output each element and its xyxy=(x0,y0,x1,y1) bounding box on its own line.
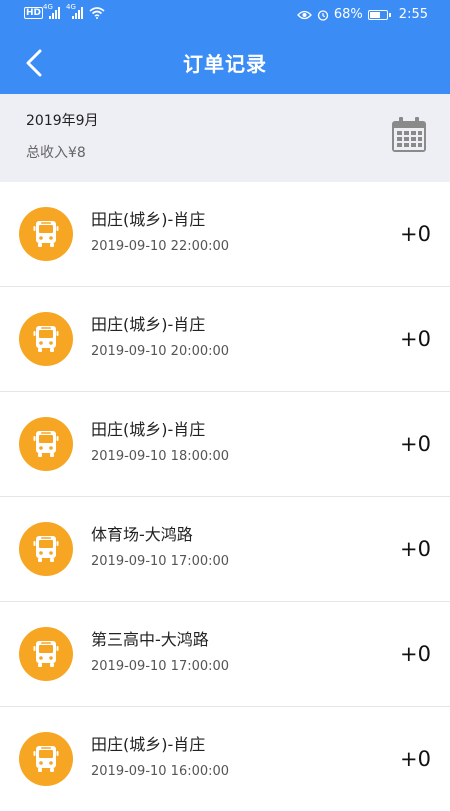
order-amount: +0 xyxy=(400,432,431,456)
route-name: 田庄(城乡)-肖庄 xyxy=(91,210,206,229)
order-amount: +0 xyxy=(400,747,431,771)
order-datetime: 2019-09-10 17:00:00 xyxy=(91,659,230,674)
order-row[interactable]: 田庄(城乡)-肖庄 2019-09-10 22:00:00 +0 xyxy=(0,182,450,287)
order-datetime: 2019-09-10 16:00:00 xyxy=(91,764,230,779)
order-amount: +0 xyxy=(400,327,431,351)
hd-badge: HD xyxy=(24,7,44,19)
order-amount: +0 xyxy=(400,537,431,561)
summary-panel: 2019年9月 总收入¥8 xyxy=(0,94,450,182)
order-row[interactable]: 体育场-大鸿路 2019-09-10 17:00:00 +0 xyxy=(0,497,450,602)
network-type-2: 4G xyxy=(66,3,76,11)
signal-icon-2: 4G xyxy=(66,3,84,19)
order-amount: +0 xyxy=(400,222,431,246)
alarm-icon xyxy=(317,9,329,21)
signal-icon: 4G xyxy=(43,3,61,19)
wifi-icon xyxy=(89,7,105,19)
bus-icon xyxy=(19,732,73,786)
order-row[interactable]: 田庄(城乡)-肖庄 2019-09-10 16:00:00 +0 xyxy=(0,707,450,811)
order-datetime: 2019-09-10 17:00:00 xyxy=(91,554,230,569)
bus-icon xyxy=(19,207,73,261)
order-amount: +0 xyxy=(400,642,431,666)
bus-icon xyxy=(19,312,73,366)
calendar-icon[interactable] xyxy=(390,116,428,154)
order-row[interactable]: 第三高中-大鸿路 2019-09-10 17:00:00 +0 xyxy=(0,602,450,707)
bus-icon xyxy=(19,627,73,681)
order-datetime: 2019-09-10 22:00:00 xyxy=(91,239,230,254)
order-list: 田庄(城乡)-肖庄 2019-09-10 22:00:00 +0 田庄(城乡)-… xyxy=(0,182,450,811)
status-left: HD 4G 4G xyxy=(24,3,105,19)
bus-icon xyxy=(19,522,73,576)
eye-icon xyxy=(297,10,312,19)
route-name: 田庄(城乡)-肖庄 xyxy=(91,420,206,439)
route-name: 田庄(城乡)-肖庄 xyxy=(91,315,206,334)
bus-icon xyxy=(19,417,73,471)
month-label: 2019年9月 xyxy=(26,113,99,129)
total-income: 总收入¥8 xyxy=(26,145,86,161)
page-title: 订单记录 xyxy=(183,52,267,76)
order-row[interactable]: 田庄(城乡)-肖庄 2019-09-10 20:00:00 +0 xyxy=(0,287,450,392)
route-name: 体育场-大鸿路 xyxy=(91,525,193,544)
route-name: 第三高中-大鸿路 xyxy=(91,630,209,649)
battery-icon xyxy=(367,9,391,20)
network-type-1: 4G xyxy=(43,3,53,11)
order-datetime: 2019-09-10 18:00:00 xyxy=(91,449,230,464)
order-datetime: 2019-09-10 20:00:00 xyxy=(91,344,230,359)
order-row[interactable]: 田庄(城乡)-肖庄 2019-09-10 18:00:00 +0 xyxy=(0,392,450,497)
clock: 2:55 xyxy=(398,7,428,22)
nav-bar: 订单记录 xyxy=(0,32,450,94)
battery-percent: 68% xyxy=(333,7,363,22)
status-right: 68% 2:55 xyxy=(297,7,428,22)
status-bar: HD 4G 4G 68% 2:55 xyxy=(0,0,450,32)
route-name: 田庄(城乡)-肖庄 xyxy=(91,735,206,754)
